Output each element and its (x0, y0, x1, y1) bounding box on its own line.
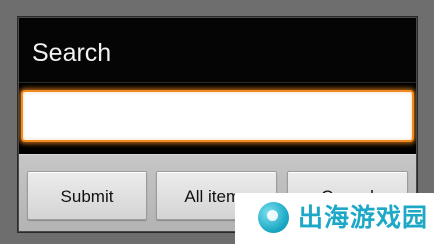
circle-logo-icon (258, 202, 289, 233)
submit-button[interactable]: Submit (27, 171, 147, 220)
screen-background: Search Submit All items Cancel 出海游戏园 (0, 0, 434, 244)
search-input-container (21, 90, 414, 142)
watermark-text: 出海游戏园 (298, 203, 429, 232)
search-input[interactable] (23, 92, 412, 140)
watermark-overlay: 出海游戏园 (235, 193, 434, 244)
dialog-title-bar: Search (19, 18, 416, 83)
dialog-title: Search (32, 39, 112, 67)
